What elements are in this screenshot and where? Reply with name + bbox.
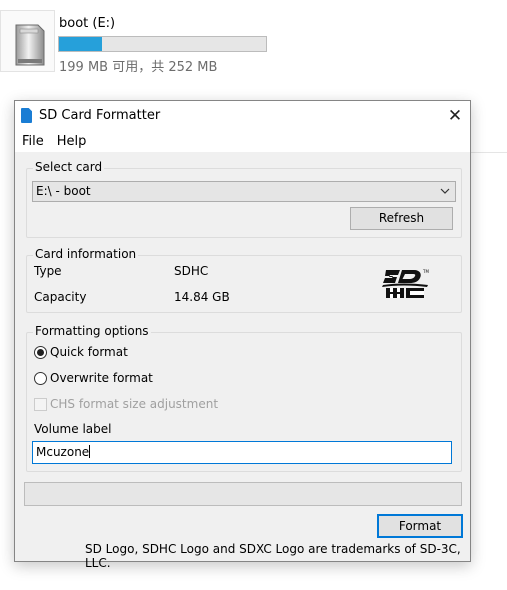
refresh-button[interactable]: Refresh bbox=[350, 207, 453, 230]
drive-tile[interactable]: boot (E:) 199 MB 可用，共 252 MB bbox=[0, 0, 290, 75]
quick-format-radio[interactable]: Quick format bbox=[34, 345, 128, 359]
svg-text:TM: TM bbox=[422, 269, 429, 274]
quick-format-label: Quick format bbox=[50, 345, 128, 359]
menu-file[interactable]: File bbox=[22, 134, 44, 149]
drive-usage-fill bbox=[59, 37, 103, 51]
checkbox-disabled-icon bbox=[34, 397, 47, 411]
window-title: SD Card Formatter bbox=[39, 108, 161, 123]
sdhc-logo: TM bbox=[382, 269, 429, 298]
chs-format-label: CHS format size adjustment bbox=[50, 397, 219, 411]
card-information-group: Card information Type SDHC Capacity 14.8… bbox=[26, 247, 462, 313]
type-label: Type bbox=[34, 264, 62, 278]
menu-bar: File Help bbox=[15, 130, 470, 152]
type-value: SDHC bbox=[174, 264, 209, 278]
select-card-group: Select card E:\ - boot Refresh bbox=[26, 160, 462, 238]
card-information-title: Card information bbox=[33, 247, 139, 261]
card-select-dropdown[interactable]: E:\ - boot bbox=[32, 181, 456, 202]
drive-usage-bar bbox=[58, 36, 267, 52]
drive-icon-box bbox=[0, 10, 55, 72]
close-button[interactable]: ✕ bbox=[440, 101, 470, 130]
text-caret bbox=[89, 445, 91, 458]
background-divider bbox=[470, 152, 507, 153]
overwrite-format-radio[interactable]: Overwrite format bbox=[34, 371, 153, 385]
overwrite-format-label: Overwrite format bbox=[50, 371, 153, 385]
radio-unchecked-icon bbox=[34, 371, 47, 385]
chs-format-checkbox[interactable]: CHS format size adjustment bbox=[34, 397, 218, 411]
volume-label-input[interactable]: Mcuzone bbox=[32, 441, 452, 464]
card-select-value: E:\ - boot bbox=[36, 184, 91, 198]
drive-icon bbox=[15, 24, 45, 66]
format-progress-bar bbox=[24, 482, 462, 506]
drive-name: boot (E:) bbox=[59, 16, 116, 31]
title-bar[interactable]: SD Card Formatter ✕ bbox=[15, 101, 470, 130]
formatting-options-title: Formatting options bbox=[33, 324, 151, 338]
capacity-value: 14.84 GB bbox=[174, 290, 230, 304]
capacity-label: Capacity bbox=[34, 290, 87, 304]
format-button[interactable]: Format bbox=[377, 514, 463, 538]
volume-label-value: Mcuzone bbox=[36, 445, 90, 459]
chevron-down-icon bbox=[440, 188, 450, 194]
sd-card-formatter-window: SD Card Formatter ✕ File Help Select car… bbox=[14, 100, 471, 570]
volume-label-title: Volume label bbox=[34, 422, 112, 436]
select-card-title: Select card bbox=[33, 160, 105, 174]
sd-card-app-icon bbox=[21, 108, 32, 123]
trademark-notice: SD Logo, SDHC Logo and SDXC Logo are tra… bbox=[85, 542, 461, 570]
menu-help[interactable]: Help bbox=[57, 134, 87, 149]
radio-checked-icon bbox=[34, 345, 47, 359]
drive-size-text: 199 MB 可用，共 252 MB bbox=[59, 60, 218, 75]
formatting-options-group: Formatting options Quick format Overwrit… bbox=[26, 324, 462, 472]
